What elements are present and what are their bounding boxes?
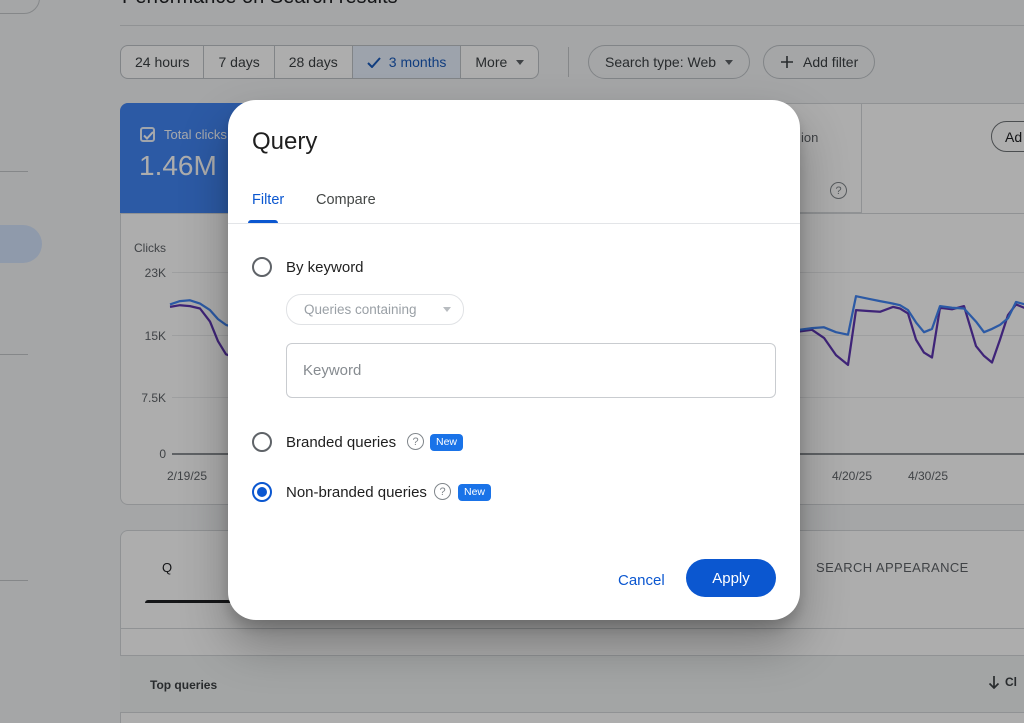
caret-down-icon	[443, 307, 451, 312]
query-filter-dialog: Query Filter Compare By keyword Queries …	[228, 100, 800, 620]
keyword-input[interactable]	[286, 343, 776, 398]
query-operator-value: Queries containing	[304, 302, 417, 317]
new-badge: New	[458, 484, 492, 501]
help-icon[interactable]: ?	[407, 433, 424, 450]
radio-branded-queries-label[interactable]: Branded queries	[286, 434, 396, 451]
new-badge: New	[430, 434, 464, 451]
radio-branded-queries[interactable]	[252, 432, 272, 452]
dialog-title: Query	[252, 128, 318, 155]
help-icon[interactable]: ?	[434, 483, 451, 500]
radio-by-keyword[interactable]	[252, 257, 272, 277]
apply-button[interactable]: Apply	[686, 559, 776, 597]
dialog-tab-filter[interactable]: Filter	[252, 192, 284, 208]
radio-non-branded-queries-label[interactable]: Non-branded queries	[286, 484, 427, 501]
dialog-tab-compare[interactable]: Compare	[316, 192, 376, 208]
cancel-button[interactable]: Cancel	[608, 566, 675, 595]
query-operator-dropdown[interactable]: Queries containing	[286, 294, 464, 325]
radio-non-branded-queries[interactable]	[252, 482, 272, 502]
dialog-tabs-divider	[228, 223, 800, 224]
radio-by-keyword-label[interactable]: By keyword	[286, 259, 364, 276]
